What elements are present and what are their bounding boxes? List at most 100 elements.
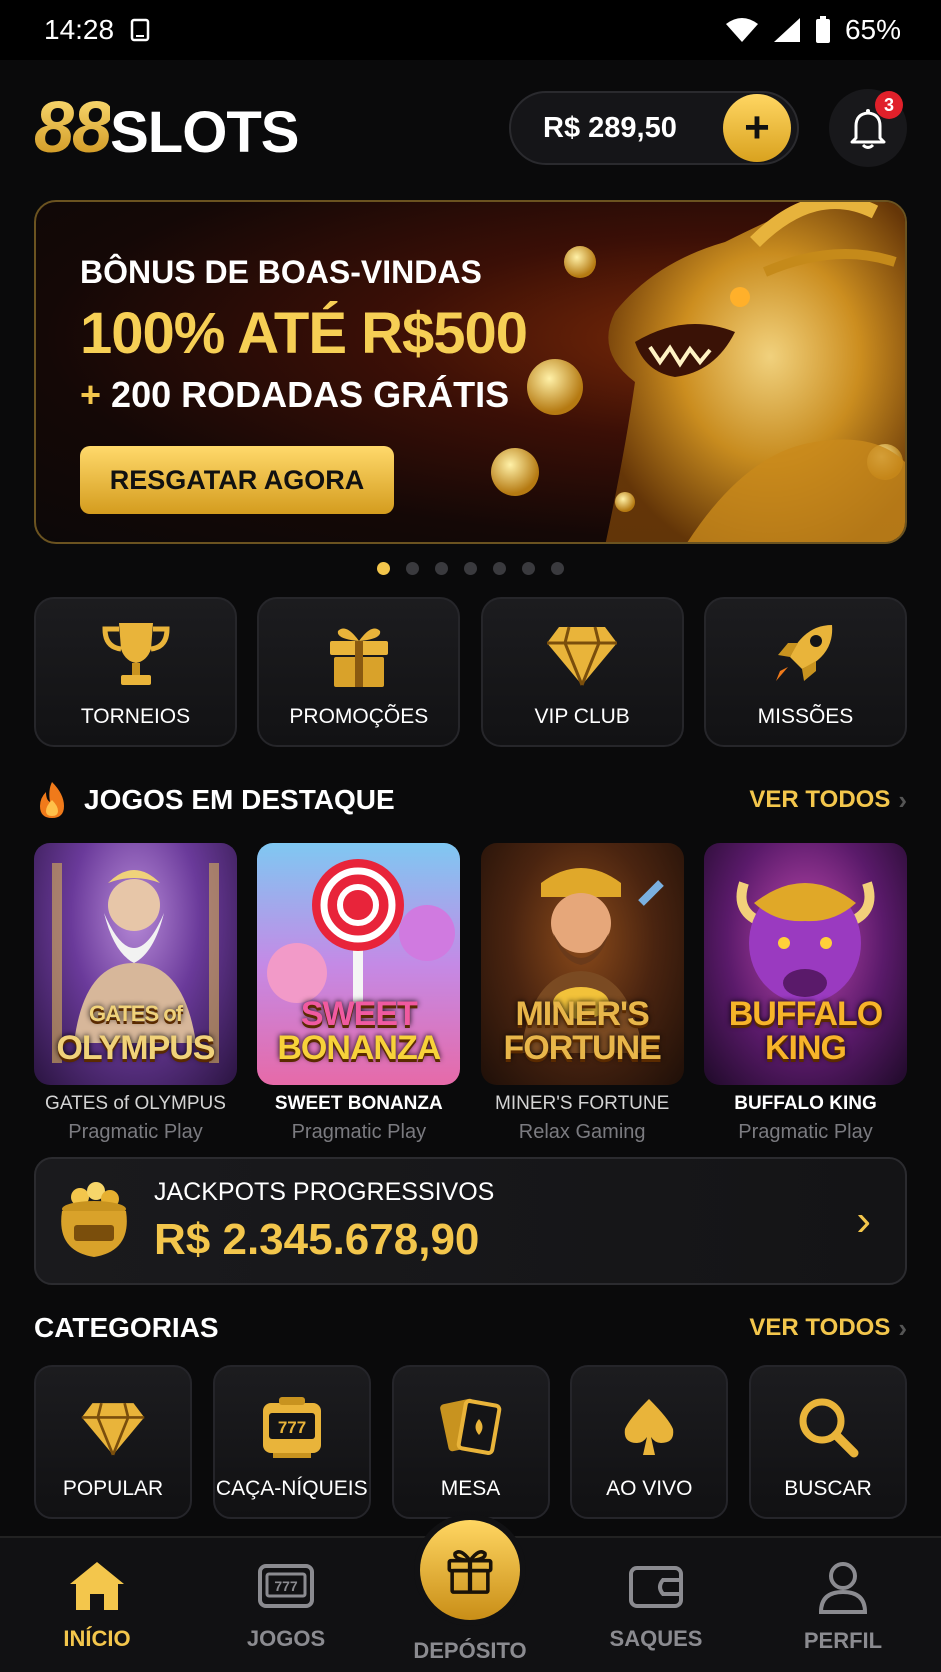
quick-link-missions[interactable]: MISSÕES <box>703 597 907 747</box>
game-card[interactable]: BUFFALO KING BUFFALO KING Pragmatic Play <box>703 843 907 1144</box>
category-table[interactable]: MESA <box>391 1365 550 1519</box>
battery-level: 65% <box>844 14 901 45</box>
category-label: MESA <box>440 1477 501 1500</box>
banner-free-spins: 200 RODADAS GRÁTIS <box>111 374 510 415</box>
chevron-right-icon: › <box>898 784 907 815</box>
game-thumbnail: MINER'S FORTUNE <box>480 843 684 1085</box>
spade-icon <box>625 1399 674 1455</box>
diamond-icon <box>547 626 618 686</box>
carousel-dot[interactable] <box>406 562 419 575</box>
carousel-dot[interactable] <box>522 562 535 575</box>
game-provider: Pragmatic Play <box>68 1121 203 1143</box>
categories-section-header: CATEGORIAS VER TODOS › <box>34 1312 907 1344</box>
game-name: GATES of OLYMPUS <box>45 1093 226 1114</box>
game-art-title: SWEET BONANZA <box>277 995 441 1067</box>
nav-withdrawals[interactable]: SAQUES <box>586 1560 726 1652</box>
category-popular[interactable]: POPULAR <box>34 1365 192 1519</box>
category-search[interactable]: BUSCAR <box>749 1365 907 1519</box>
carousel-dot[interactable] <box>464 562 477 575</box>
user-icon <box>818 1562 868 1614</box>
quick-link-vip-club[interactable]: VIP CLUB <box>480 597 684 747</box>
see-all-categories-link[interactable]: VER TODOS › <box>749 1313 907 1344</box>
game-art-title: GATES of OLYMPUS <box>56 1001 215 1067</box>
svg-text:777: 777 <box>274 1578 298 1594</box>
quick-links: TORNEIOS PROMOÇÕES VIP CLUB MISSÕES <box>34 597 907 747</box>
game-art-title: BUFFALO KING <box>728 995 884 1067</box>
jackpot-banner[interactable]: JACKPOTS PROGRESSIVOS R$ 2.345.678,90 › <box>34 1157 907 1285</box>
carousel-dot[interactable] <box>493 562 506 575</box>
featured-games: GATES of OLYMPUS GATES of OLYMPUS Pragmat… <box>34 843 907 1144</box>
category-live[interactable]: AO VIVO <box>570 1365 729 1519</box>
quick-link-label: PROMOÇÕES <box>289 705 429 728</box>
quick-link-promotions[interactable]: PROMOÇÕES <box>257 597 461 747</box>
nav-deposit-button[interactable] <box>420 1520 520 1620</box>
notifications-button[interactable]: 3 <box>829 89 907 167</box>
carousel-dot[interactable] <box>377 562 390 575</box>
featured-section-header: JOGOS EM DESTAQUE VER TODOS › <box>34 780 907 820</box>
chevron-right-icon: › <box>856 1196 871 1245</box>
balance-amount: R$ 289,50 <box>543 111 677 144</box>
game-card[interactable]: GATES of OLYMPUS GATES of OLYMPUS Pragmat… <box>34 843 237 1144</box>
gift-icon <box>447 1550 493 1594</box>
quick-link-tournaments[interactable]: TORNEIOS <box>34 597 237 747</box>
notification-badge: 3 <box>875 91 903 119</box>
nav-label: INÍCIO <box>63 1626 131 1651</box>
plus-sign: + <box>80 374 102 415</box>
game-name: MINER'S FORTUNE <box>495 1093 670 1114</box>
wifi-icon <box>725 18 758 42</box>
game-thumbnail: GATES of OLYMPUS <box>34 843 237 1085</box>
nav-label: JOGOS <box>246 1626 326 1651</box>
slot-icon: 777 <box>258 1564 314 1608</box>
nav-label: SAQUES <box>609 1626 703 1651</box>
carousel-dot[interactable] <box>551 562 564 575</box>
game-provider: Pragmatic Play <box>291 1121 427 1143</box>
dragon-illustration <box>491 202 905 542</box>
jackpot-label: JACKPOTS PROGRESSIVOS <box>154 1177 495 1206</box>
status-bar: 14:28 65% <box>0 0 941 60</box>
carousel-indicators <box>0 562 941 575</box>
game-thumbnail: BUFFALO KING <box>703 843 907 1085</box>
category-slots[interactable]: 777 CAÇA-NÍQUEIS <box>212 1365 371 1519</box>
category-label: BUSCAR <box>784 1477 872 1500</box>
chevron-right-icon: › <box>898 1312 907 1343</box>
category-label: CAÇA-NÍQUEIS <box>215 1477 368 1500</box>
see-all-games-link[interactable]: VER TODOS › <box>749 785 907 816</box>
nav-profile[interactable]: PERFIL <box>773 1560 913 1654</box>
see-all-label: VER TODOS <box>749 1314 891 1341</box>
game-card[interactable]: MINER'S FORTUNE MINER'S FORTUNE Relax Gam… <box>480 843 684 1144</box>
bottom-navigation: INÍCIO 777 JOGOS DEPÓSITO SAQUES PERFIL <box>0 1520 941 1672</box>
game-name: SWEET BONANZA <box>274 1093 443 1114</box>
game-art-title: MINER'S FORTUNE <box>503 995 661 1067</box>
svg-text:777: 777 <box>278 1418 306 1437</box>
game-provider: Pragmatic Play <box>738 1121 873 1143</box>
nav-games[interactable]: 777 JOGOS <box>216 1560 356 1652</box>
diamond-icon <box>81 1402 145 1456</box>
add-funds-button[interactable]: + <box>723 94 791 162</box>
claim-bonus-button[interactable]: RESGATAR AGORA <box>80 446 394 514</box>
game-provider: Relax Gaming <box>518 1121 646 1143</box>
slot-machine-icon: 777 <box>262 1397 321 1458</box>
game-name: BUFFALO KING <box>734 1093 877 1114</box>
wallet-icon <box>629 1566 683 1608</box>
category-label: POPULAR <box>62 1477 164 1500</box>
banner-subline: + 200 RODADAS GRÁTIS <box>80 374 509 416</box>
banner-heading: BÔNUS DE BOAS-VINDAS <box>80 254 482 290</box>
gift-icon <box>329 628 388 687</box>
nav-label: DEPÓSITO <box>413 1638 527 1663</box>
game-card[interactable]: SWEET BONANZA SWEET BONANZA Pragmatic Pla… <box>257 843 461 1144</box>
balance-pill[interactable]: R$ 289,50 + <box>509 91 799 165</box>
clock: 14:28 <box>44 14 115 45</box>
section-title: JOGOS EM DESTAQUE <box>84 784 395 815</box>
categories-list: POPULAR 777 CAÇA-NÍQUEIS MESA AO VIVO BU… <box>34 1365 907 1519</box>
promo-banner[interactable]: BÔNUS DE BOAS-VINDAS 100% ATÉ R$500 + 20… <box>34 200 907 544</box>
signal-icon <box>773 18 800 42</box>
search-icon <box>799 1398 859 1458</box>
see-all-label: VER TODOS <box>749 786 891 813</box>
app-header: 88 SLOTS R$ 289,50 + 3 <box>34 88 907 168</box>
brand-logo[interactable]: 88 SLOTS <box>34 87 299 169</box>
carousel-dot[interactable] <box>435 562 448 575</box>
quick-link-label: VIP CLUB <box>534 705 630 728</box>
nav-home[interactable]: INÍCIO <box>27 1560 167 1652</box>
banner-offer: 100% ATÉ R$500 <box>80 301 528 366</box>
quick-link-label: TORNEIOS <box>80 705 191 728</box>
